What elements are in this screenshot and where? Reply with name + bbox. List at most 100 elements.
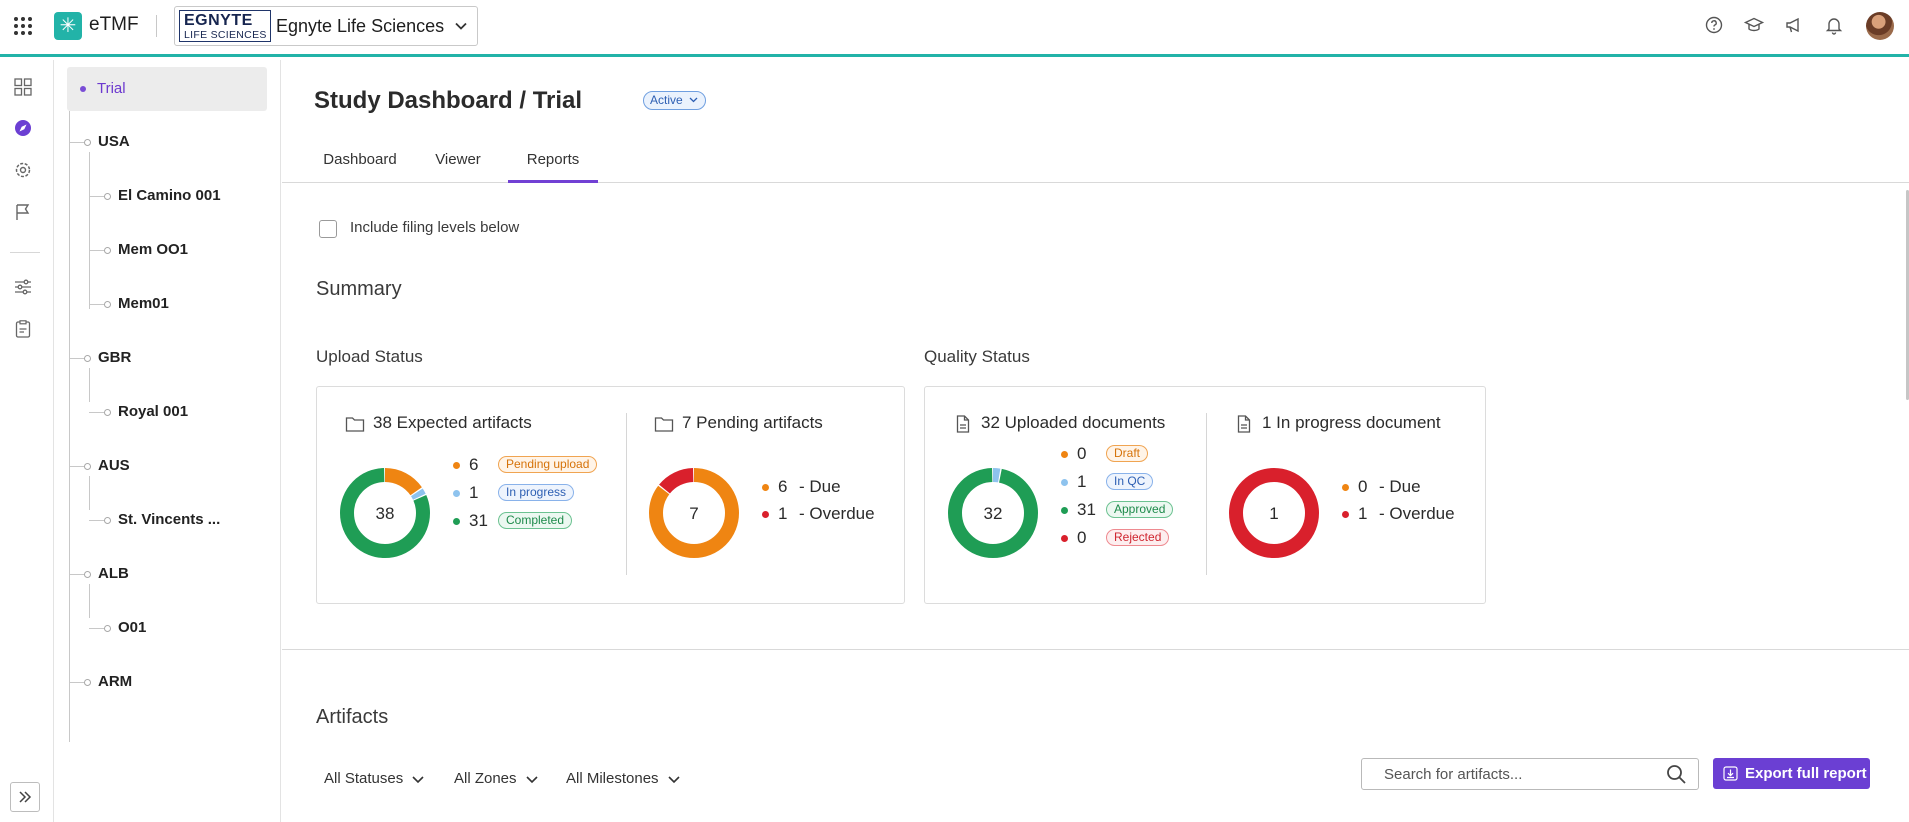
tree-node-label: Mem OO1 — [118, 241, 189, 258]
status-filter-dropdown[interactable]: All Statuses — [316, 766, 425, 792]
app-root: ✳ eTMF EGNYTE LIFE SCIENCES Egnyte Life … — [0, 0, 1909, 822]
status-badge: In progress — [498, 484, 575, 501]
folder-icon — [654, 417, 674, 432]
organization-selector[interactable]: EGNYTE LIFE SCIENCES Egnyte Life Science… — [174, 6, 478, 46]
inprogress-document-title: 1 In progress document — [1262, 413, 1441, 432]
tree-node-label: El Camino 001 — [118, 187, 221, 204]
summary-heading: Summary — [316, 278, 402, 300]
legend-label: - Due — [1379, 477, 1421, 496]
tree-bullet — [104, 409, 111, 416]
expected-artifacts-donut: 38 — [340, 468, 430, 558]
clipboard-icon[interactable] — [13, 319, 33, 339]
legend-count: 31 — [1077, 500, 1096, 519]
tree-bullet — [104, 193, 111, 200]
legend-dot — [1061, 479, 1068, 486]
rail-divider — [10, 252, 40, 253]
tab-bar: Dashboard Viewer Reports — [282, 140, 1909, 183]
artifacts-heading: Artifacts — [316, 706, 389, 728]
flag-icon[interactable] — [13, 202, 33, 222]
expand-sidebar-button[interactable] — [10, 782, 40, 812]
legend-label: - Overdue — [799, 504, 875, 523]
sliders-icon[interactable] — [13, 277, 33, 297]
user-avatar[interactable] — [1866, 12, 1894, 40]
legend-dot — [453, 462, 460, 469]
notifications-icon[interactable] — [1823, 14, 1845, 36]
status-badge: Pending upload — [498, 456, 598, 473]
status-label: Active — [650, 93, 683, 107]
inprogress-document-donut: 1 — [1229, 468, 1319, 558]
tree-connector — [89, 628, 104, 629]
legend-dot — [762, 484, 769, 491]
divider — [156, 15, 157, 37]
legend-label: - Due — [799, 477, 841, 496]
uploaded-documents-title: 32 Uploaded documents — [981, 413, 1166, 432]
export-full-report-button[interactable]: Export full report — [1713, 758, 1870, 789]
tree-node-label: AUS — [98, 457, 130, 474]
compass-icon[interactable] — [13, 118, 33, 138]
egnyte-logo-subtitle: LIFE SCIENCES — [184, 29, 267, 41]
tree-bullet — [104, 625, 111, 632]
expected-artifacts-title: 38 Expected artifacts — [373, 413, 532, 432]
uploaded-donut-center-value: 32 — [984, 504, 1003, 523]
tree-bullet — [104, 301, 111, 308]
upload-status-card: 38 Expected artifacts 38 6 Pending upload… — [316, 386, 905, 604]
status-badge: Approved — [1106, 501, 1174, 518]
tab-reports[interactable]: Reports — [508, 140, 598, 183]
zone-filter-dropdown[interactable]: All Zones — [446, 766, 539, 792]
tree-connector — [89, 196, 104, 197]
card-divider — [626, 413, 627, 575]
announcements-icon[interactable] — [1783, 14, 1805, 36]
legend-count: 1 — [1358, 504, 1368, 523]
app-launcher-icon[interactable] — [14, 17, 32, 35]
tree-node-label: Royal 001 — [118, 403, 189, 420]
chevron-down-icon — [455, 22, 467, 30]
zone-filter-label: All Zones — [454, 770, 517, 787]
help-icon[interactable] — [1703, 14, 1725, 36]
tree-node-label: GBR — [98, 349, 132, 366]
settings-icon[interactable] — [13, 160, 33, 180]
tab-dashboard[interactable]: Dashboard — [316, 140, 404, 183]
legend-dot — [1061, 451, 1068, 458]
chevron-down-icon — [667, 775, 680, 783]
legend-label: - Overdue — [1379, 504, 1455, 523]
export-button-label: Export full report — [1745, 765, 1867, 782]
chevron-down-icon — [689, 97, 698, 103]
egnyte-logo: EGNYTE LIFE SCIENCES — [179, 10, 271, 42]
tree-connector — [69, 574, 84, 575]
legend-dot — [453, 490, 460, 497]
tree-bullet — [84, 463, 91, 470]
status-badge: In QC — [1106, 473, 1154, 490]
learning-icon[interactable] — [1743, 14, 1765, 36]
tree-node-label: USA — [98, 133, 130, 150]
tree-connector — [69, 358, 84, 359]
tree-root-trial[interactable]: Trial — [67, 67, 267, 111]
tree-connector — [69, 466, 84, 467]
tree-node-label: St. Vincents ... — [118, 511, 221, 528]
artifact-search-input[interactable] — [1361, 758, 1699, 790]
tree-bullet — [84, 355, 91, 362]
legend-count: 6 — [778, 477, 788, 496]
page-title: Study Dashboard / Trial — [314, 87, 583, 114]
search-icon[interactable] — [1665, 763, 1687, 785]
legend-count: 31 — [469, 511, 488, 530]
tree-connector — [69, 111, 70, 742]
chevron-down-icon — [412, 775, 424, 783]
tree-node-label: O01 — [118, 619, 147, 636]
tree-connector — [89, 152, 90, 309]
tree-root-label: Trial — [97, 80, 126, 97]
tree-node-label: ALB — [98, 565, 129, 582]
milestone-filter-label: All Milestones — [566, 770, 659, 787]
expected-donut-center-value: 38 — [376, 504, 395, 523]
tab-viewer[interactable]: Viewer — [428, 140, 488, 183]
pending-artifacts-title: 7 Pending artifacts — [682, 413, 823, 432]
milestone-filter-dropdown[interactable]: All Milestones — [558, 766, 681, 792]
document-icon — [1237, 415, 1251, 433]
dashboard-grid-icon[interactable] — [13, 77, 33, 97]
app-name: eTMF — [89, 14, 139, 35]
include-filing-levels-checkbox[interactable] — [319, 220, 337, 238]
study-tree: Trial USA El Camino 001 Mem OO1 Mem01 GB… — [55, 60, 281, 822]
left-navigation-rail — [0, 60, 54, 822]
status-badge: Rejected — [1106, 529, 1170, 546]
tree-node-label: Mem01 — [118, 295, 169, 312]
status-badge[interactable]: Active — [643, 91, 706, 110]
